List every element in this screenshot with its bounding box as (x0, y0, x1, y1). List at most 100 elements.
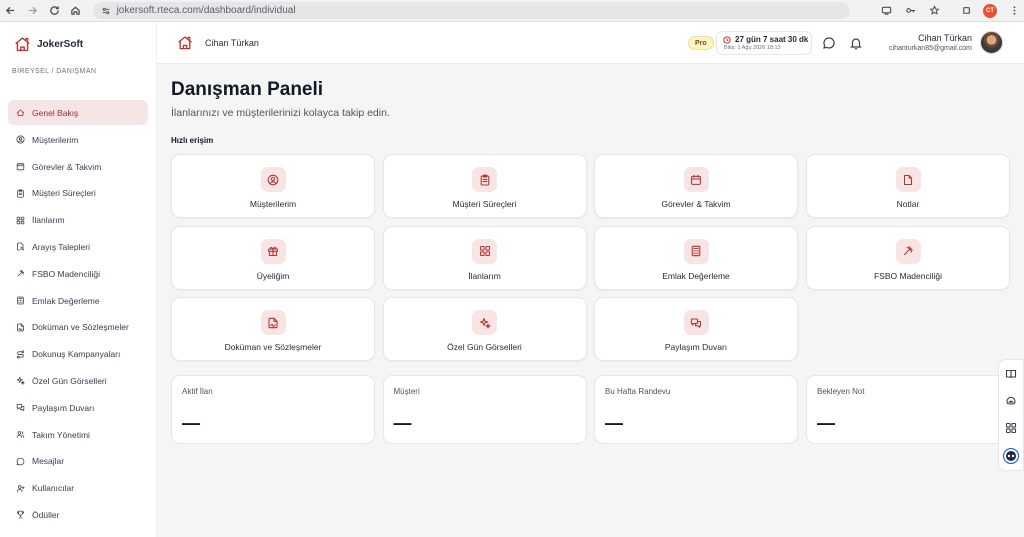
user-info[interactable]: Cihan Türkan cihanturkan85@gmail.com (889, 33, 972, 52)
sidebar-item[interactable]: Doküman ve Sözleşmeler (8, 315, 148, 339)
page-title: Danışman Paneli (171, 79, 324, 100)
quick-access-card[interactable]: Görevler & Takvim (594, 154, 798, 218)
sidebar-item-label: Özel Gün Görselleri (32, 375, 107, 386)
book-open-icon[interactable] (1005, 368, 1017, 380)
sidebar-item[interactable]: Dokunuş Kampanyaları (8, 342, 148, 366)
sidebar-item-label: Emlak Değerleme (32, 295, 100, 306)
quick-access-card[interactable]: Doküman ve Sözleşmeler (171, 297, 375, 361)
card-label: Emlak Değerleme (662, 270, 730, 281)
card-label: Özel Gün Görselleri (447, 342, 522, 352)
pickaxe-icon (17, 270, 25, 277)
sidebar-item[interactable]: Takım Yönetimi (8, 423, 148, 447)
extensions-icon[interactable] (956, 0, 976, 22)
sidebar-item[interactable]: İlanlarım (8, 208, 148, 232)
quick-access-card[interactable]: Özel Gün Görselleri (382, 297, 587, 361)
sidebar-item[interactable]: Emlak Değerleme (8, 289, 148, 313)
file-search-icon (17, 243, 25, 251)
quick-access-card[interactable]: İlanlarım (382, 225, 587, 290)
sidebar-item[interactable]: Genel Bakış (8, 100, 148, 125)
brand[interactable]: JokerSoft (0, 22, 156, 67)
stat-card: Müşteri — (382, 375, 587, 444)
card-label: Müşterilerim (249, 199, 297, 209)
bookmark-star-icon[interactable] (924, 0, 944, 22)
profile-button[interactable]: CT (980, 0, 1000, 22)
site-settings-icon[interactable] (101, 6, 111, 16)
quick-access-card[interactable]: Müşterilerim (171, 154, 375, 218)
user-email: cihanturkan85@gmail.com (889, 45, 972, 52)
quick-access-label: Hızlı erişim (171, 136, 214, 145)
browser-toolbar: jokersoft.rteca.com/dashboard/individual… (0, 0, 1024, 22)
profile-avatar: CT (983, 3, 998, 18)
calendar-icon (16, 162, 25, 171)
page-subtitle: İlanlarınızı ve müşterilerinizi kolayca … (171, 107, 390, 119)
sidebar-item-label: FSBO Madenciliği (32, 268, 101, 279)
quick-access-card[interactable]: FSBO Madenciliği (806, 225, 1010, 290)
sidebar-item-label: Müşteri Süreçleri (32, 188, 96, 199)
sidebar-item[interactable]: Mesajlar (8, 449, 148, 473)
card-label: İlanlarım (468, 270, 501, 281)
bell-icon[interactable] (849, 36, 863, 50)
password-key-icon[interactable] (900, 0, 920, 22)
sidebar-item[interactable]: Müşteri Süreçleri (8, 181, 148, 205)
sidebar-item[interactable]: Paylaşım Duvarı (8, 396, 148, 420)
fingerprint-icon[interactable] (1005, 395, 1017, 407)
stat-label: Müşteri (393, 387, 420, 396)
stat-label: Aktif İlan (182, 387, 213, 396)
install-app-icon[interactable] (876, 0, 896, 22)
sidebar-item-label: Arayış Talepleri (32, 241, 90, 252)
sidebar-item[interactable]: Kullanıcılar (8, 476, 148, 500)
quick-access-card[interactable]: Notlar (806, 154, 1010, 218)
card-icon-badge (683, 167, 709, 192)
sidebar-menu: Genel Bakış Müşterilerim Görevler & Takvim… (0, 100, 156, 527)
sidebar-item[interactable]: Özel Gün Görselleri (8, 369, 148, 393)
quick-access-card[interactable]: Üyeliğim (171, 225, 375, 290)
card-icon-badge (260, 167, 286, 192)
forward-icon[interactable] (22, 0, 44, 22)
stat-card: Bekleyen Not — (806, 375, 1010, 444)
card-icon-badge (472, 167, 497, 192)
quick-access-card[interactable]: Müşteri Süreçleri (382, 154, 587, 218)
breadcrumb: BİREYSEL / DANIŞMAN (12, 68, 97, 75)
quick-access-card[interactable]: Emlak Değerleme (594, 225, 798, 290)
back-icon[interactable] (0, 0, 22, 22)
stat-value: — (605, 413, 623, 433)
chat-icon[interactable] (822, 36, 836, 50)
user-circle-icon (267, 174, 279, 185)
grid-icon[interactable] (1005, 422, 1017, 434)
user-circle-icon (16, 135, 25, 144)
card-label: Notlar (896, 199, 920, 209)
grid-icon (16, 216, 25, 224)
card-icon-badge (472, 310, 497, 335)
quick-access-card[interactable]: Paylaşım Duvarı (594, 297, 798, 361)
home-page-icon[interactable] (65, 0, 87, 22)
calculator-icon (691, 245, 701, 257)
card-icon-badge (895, 238, 921, 264)
user-plus-icon (16, 484, 25, 492)
stat-label: Bu Hafta Randevu (605, 387, 671, 396)
user-name: Cihan Türkan (918, 33, 972, 43)
sidebar-item[interactable]: Arayış Talepleri (8, 235, 148, 259)
sidebar-item[interactable]: Ödüller (8, 503, 148, 527)
sparkles-icon (16, 377, 25, 386)
address-bar[interactable]: jokersoft.rteca.com/dashboard/individual (92, 2, 851, 19)
sidebar-item-label: Paylaşım Duvarı (32, 402, 95, 413)
sidebar-item[interactable]: Görevler & Takvim (8, 155, 148, 179)
sidebar-item[interactable]: Müşterilerim (8, 128, 148, 152)
avatar[interactable] (980, 31, 1003, 54)
assistant-bot-icon[interactable] (1003, 448, 1019, 464)
gift-icon (268, 246, 278, 257)
timer-end-date: Bitiş: 1 Ağu 2026 18:13 (724, 45, 781, 51)
card-icon-badge (895, 167, 921, 192)
card-icon-badge (683, 310, 709, 335)
house-logo-icon[interactable] (177, 35, 193, 51)
home-icon (16, 109, 25, 116)
trophy-icon (16, 511, 25, 519)
sidebar-item-label: Takım Yönetimi (32, 429, 90, 440)
reload-icon[interactable] (43, 0, 65, 22)
sidebar-item-label: İlanlarım (32, 215, 65, 226)
header-user-title: Cihan Türkan (205, 37, 259, 48)
clipboard-icon (17, 189, 24, 198)
browser-menu-icon[interactable] (1004, 0, 1024, 22)
sidebar-item[interactable]: FSBO Madenciliği (8, 262, 148, 286)
sidebar-item-label: Doküman ve Sözleşmeler (32, 322, 129, 333)
